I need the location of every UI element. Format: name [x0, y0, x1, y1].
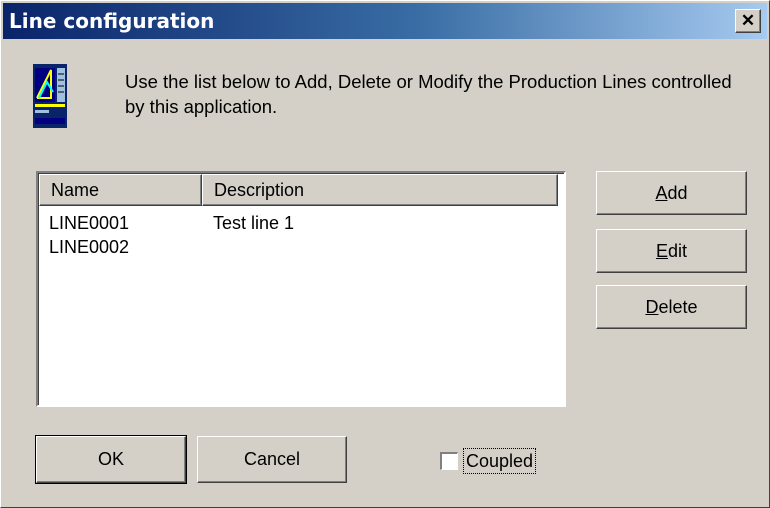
window-title: Line configuration — [9, 9, 215, 33]
add-mnemonic: A — [655, 183, 668, 203]
column-header-name[interactable]: Name — [39, 174, 202, 206]
row-description: Test line 1 — [213, 213, 295, 233]
intro-text: Use the list below to Add, Delete or Mod… — [125, 71, 732, 117]
close-button[interactable]: ✕ — [735, 9, 761, 33]
production-line-icon — [33, 64, 67, 128]
row-name: LINE0002 — [49, 237, 130, 257]
edit-button[interactable]: Edit — [596, 229, 747, 273]
line-configuration-dialog: Line configuration ✕ Use the list below … — [0, 0, 770, 508]
edit-label: dit — [668, 241, 688, 261]
add-button[interactable]: Add — [596, 171, 747, 215]
edit-mnemonic: E — [655, 241, 668, 261]
coupled-checkbox[interactable] — [440, 452, 458, 470]
add-label: dd — [667, 183, 688, 203]
close-icon: ✕ — [740, 11, 756, 30]
delete-button[interactable]: Delete — [596, 285, 747, 329]
row-name: LINE0001 — [49, 213, 130, 233]
ok-button[interactable]: OK — [35, 435, 187, 484]
coupled-option[interactable]: Coupled — [440, 448, 537, 474]
production-lines-list[interactable]: Name Description LINE0001 Test line 1 LI… — [36, 171, 566, 407]
title-bar[interactable]: Line configuration ✕ — [3, 3, 767, 39]
delete-mnemonic: D — [645, 297, 659, 317]
delete-label: elete — [658, 297, 698, 317]
cancel-button[interactable]: Cancel — [197, 436, 347, 483]
column-header-description[interactable]: Description — [202, 174, 558, 206]
coupled-label[interactable]: Coupled — [463, 448, 537, 474]
